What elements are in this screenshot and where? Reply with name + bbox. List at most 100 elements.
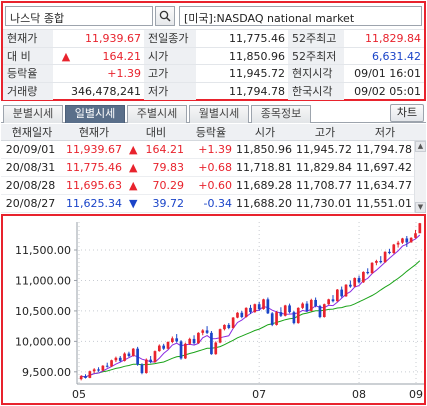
candle-body bbox=[110, 360, 113, 367]
cell-date: 20/08/31 bbox=[1, 159, 63, 177]
candle-body bbox=[157, 345, 161, 352]
candle-body bbox=[318, 306, 322, 318]
candle-body bbox=[296, 307, 300, 324]
info-value-text: 11,939.67 bbox=[85, 32, 141, 45]
info-value: 09/01 16:01 bbox=[344, 65, 424, 82]
chevron-up-icon[interactable]: ▲ bbox=[415, 141, 426, 152]
price-chart-panel: 11,500.00 11,000.00 10,500.00 10,000.00 9,50… bbox=[1, 214, 426, 405]
candle-body bbox=[127, 353, 131, 356]
cell-open: 11,688.20 bbox=[235, 195, 295, 213]
info-value: 11,850.96 bbox=[196, 48, 288, 65]
candle-body bbox=[257, 304, 261, 310]
cell-open: 11,718.81 bbox=[235, 159, 295, 177]
candle-body bbox=[314, 299, 317, 307]
cell-text: 11,689.28 bbox=[236, 179, 292, 192]
candle-body bbox=[375, 260, 378, 263]
info-label: 시가 bbox=[144, 47, 196, 65]
y-tick-label: 10,500.00 bbox=[15, 305, 71, 318]
cell-rate: +0.68 bbox=[187, 159, 235, 177]
y-tick-label: 11,500.00 bbox=[15, 244, 71, 257]
candle-body bbox=[396, 242, 400, 245]
info-label: 저가 bbox=[144, 82, 196, 100]
cell-text: 20/08/27 bbox=[5, 197, 56, 210]
cell-low: 11,697.42 bbox=[355, 159, 415, 177]
cell-low: 11,794.78 bbox=[355, 141, 415, 159]
candle-body bbox=[335, 289, 339, 302]
table-row[interactable]: 20/08/31 11,775.46 ▲ 79.83 +0.68 11,718.81 11,… bbox=[1, 159, 414, 177]
candle-body bbox=[88, 371, 92, 378]
chevron-down-icon[interactable]: ▼ bbox=[415, 202, 426, 213]
cell-low: 11,551.01 bbox=[355, 195, 415, 213]
candle-body bbox=[379, 260, 383, 263]
candle-body bbox=[305, 303, 309, 311]
candle-body bbox=[218, 329, 222, 343]
cell-text: +1.39 bbox=[198, 143, 232, 156]
ma-long-line bbox=[81, 260, 421, 378]
column-header: 대비 bbox=[145, 126, 167, 139]
tab-5[interactable]: 종목정보 bbox=[251, 105, 311, 123]
info-value-text: 11,850.96 bbox=[229, 49, 285, 63]
search-row: 나스닥 종합 [미국]:NASDAQ national market bbox=[3, 3, 424, 29]
tab-2[interactable]: 일별시세 bbox=[65, 105, 125, 123]
candle-body bbox=[171, 338, 174, 342]
table-row[interactable]: 20/08/28 11,695.63 ▲ 70.29 +0.60 11,689.28 11,… bbox=[1, 177, 414, 195]
cell-text: 11,625.34 bbox=[66, 197, 122, 210]
candle-body bbox=[101, 365, 105, 371]
quote-panel: 나스닥 종합 [미국]:NASDAQ national market 현재가 11… bbox=[1, 1, 426, 101]
candle-body bbox=[405, 238, 409, 243]
daily-price-table: 현재일자 현재가 대비 등락율 시가 고가 저가 20/09/01 11,939.67 ▲ 164… bbox=[1, 124, 426, 213]
info-value: +1.39 bbox=[53, 65, 144, 82]
candle-body bbox=[370, 262, 374, 274]
candle-body bbox=[392, 244, 396, 254]
info-label: 52주최저 bbox=[288, 47, 344, 65]
y-tick-label: 9,500.00 bbox=[22, 366, 71, 379]
candle-body bbox=[292, 312, 296, 324]
cell-text: 11,708.77 bbox=[296, 179, 352, 192]
info-row: 등락율 +1.39 고가 11,945.72 현지시각 09/01 16:01 bbox=[3, 64, 424, 82]
table-scrollbar[interactable]: ▲ ▼ bbox=[414, 141, 426, 213]
cell-rate: -0.34 bbox=[187, 195, 235, 213]
quote-info-grid: 현재가 11,939.67 전일종가 11,775.46 52주최고 11,829.84 대… bbox=[3, 29, 424, 100]
cell-close: 11,775.46 bbox=[63, 159, 125, 177]
info-value-text: 346,478,241 bbox=[71, 84, 141, 98]
info-value: 346,478,241 bbox=[53, 83, 144, 100]
cell-high: 11,945.72 bbox=[295, 141, 355, 159]
chart-button[interactable]: 차트 bbox=[390, 104, 424, 122]
cell-low: 11,634.77 bbox=[355, 177, 415, 195]
info-row: 대 비 ▲ 164.21 시가 11,850.96 52주최저 6,631.42 bbox=[3, 46, 424, 65]
info-value: 11,794.78 bbox=[196, 83, 288, 100]
info-label: 등락율 bbox=[3, 65, 53, 82]
cell-change: ▲ 79.83 bbox=[125, 159, 187, 177]
x-tick-label: 07 bbox=[252, 388, 266, 401]
cell-rate: +0.60 bbox=[187, 177, 235, 195]
candle-body bbox=[179, 341, 183, 359]
candle-body bbox=[388, 251, 391, 254]
x-tick-label: 08 bbox=[352, 388, 366, 401]
down-arrow-icon: ▼ bbox=[129, 197, 138, 210]
search-button[interactable] bbox=[155, 6, 175, 26]
cell-text: 11,829.84 bbox=[296, 161, 352, 174]
table-row[interactable]: 20/09/01 11,939.67 ▲ 164.21 +1.39 11,850.96 11… bbox=[1, 141, 414, 159]
candle-body bbox=[131, 348, 135, 356]
tab-4[interactable]: 월별시세 bbox=[189, 105, 249, 123]
cell-rate: +1.39 bbox=[187, 141, 235, 159]
candlestick-chart: 11,500.00 11,000.00 10,500.00 10,000.00 9,50… bbox=[15, 222, 424, 401]
market-label: [미국]:NASDAQ national market bbox=[179, 6, 422, 26]
cell-open: 11,850.96 bbox=[235, 141, 295, 159]
cell-text: 11,945.72 bbox=[296, 143, 352, 156]
info-value-text: 11,945.72 bbox=[229, 67, 285, 80]
tab-3[interactable]: 주별시세 bbox=[127, 105, 187, 123]
y-tick-label: 11,000.00 bbox=[15, 274, 71, 287]
cell-text: 11,695.63 bbox=[66, 179, 122, 192]
cell-text: +0.60 bbox=[198, 179, 232, 192]
cell-open: 11,689.28 bbox=[235, 177, 295, 195]
search-input[interactable]: 나스닥 종합 bbox=[5, 6, 153, 26]
tab-1[interactable]: 분별시세 bbox=[3, 105, 63, 123]
candle-body bbox=[197, 332, 200, 344]
cell-text: 11,718.81 bbox=[236, 161, 292, 174]
info-value-text: 11,829.84 bbox=[365, 32, 421, 45]
candle-body bbox=[366, 271, 370, 274]
table-row[interactable]: 20/08/27 11,625.34 ▼ 39.72 -0.34 11,688.20 11,… bbox=[1, 195, 414, 213]
candle-body bbox=[236, 312, 239, 318]
candle-body bbox=[192, 338, 196, 344]
